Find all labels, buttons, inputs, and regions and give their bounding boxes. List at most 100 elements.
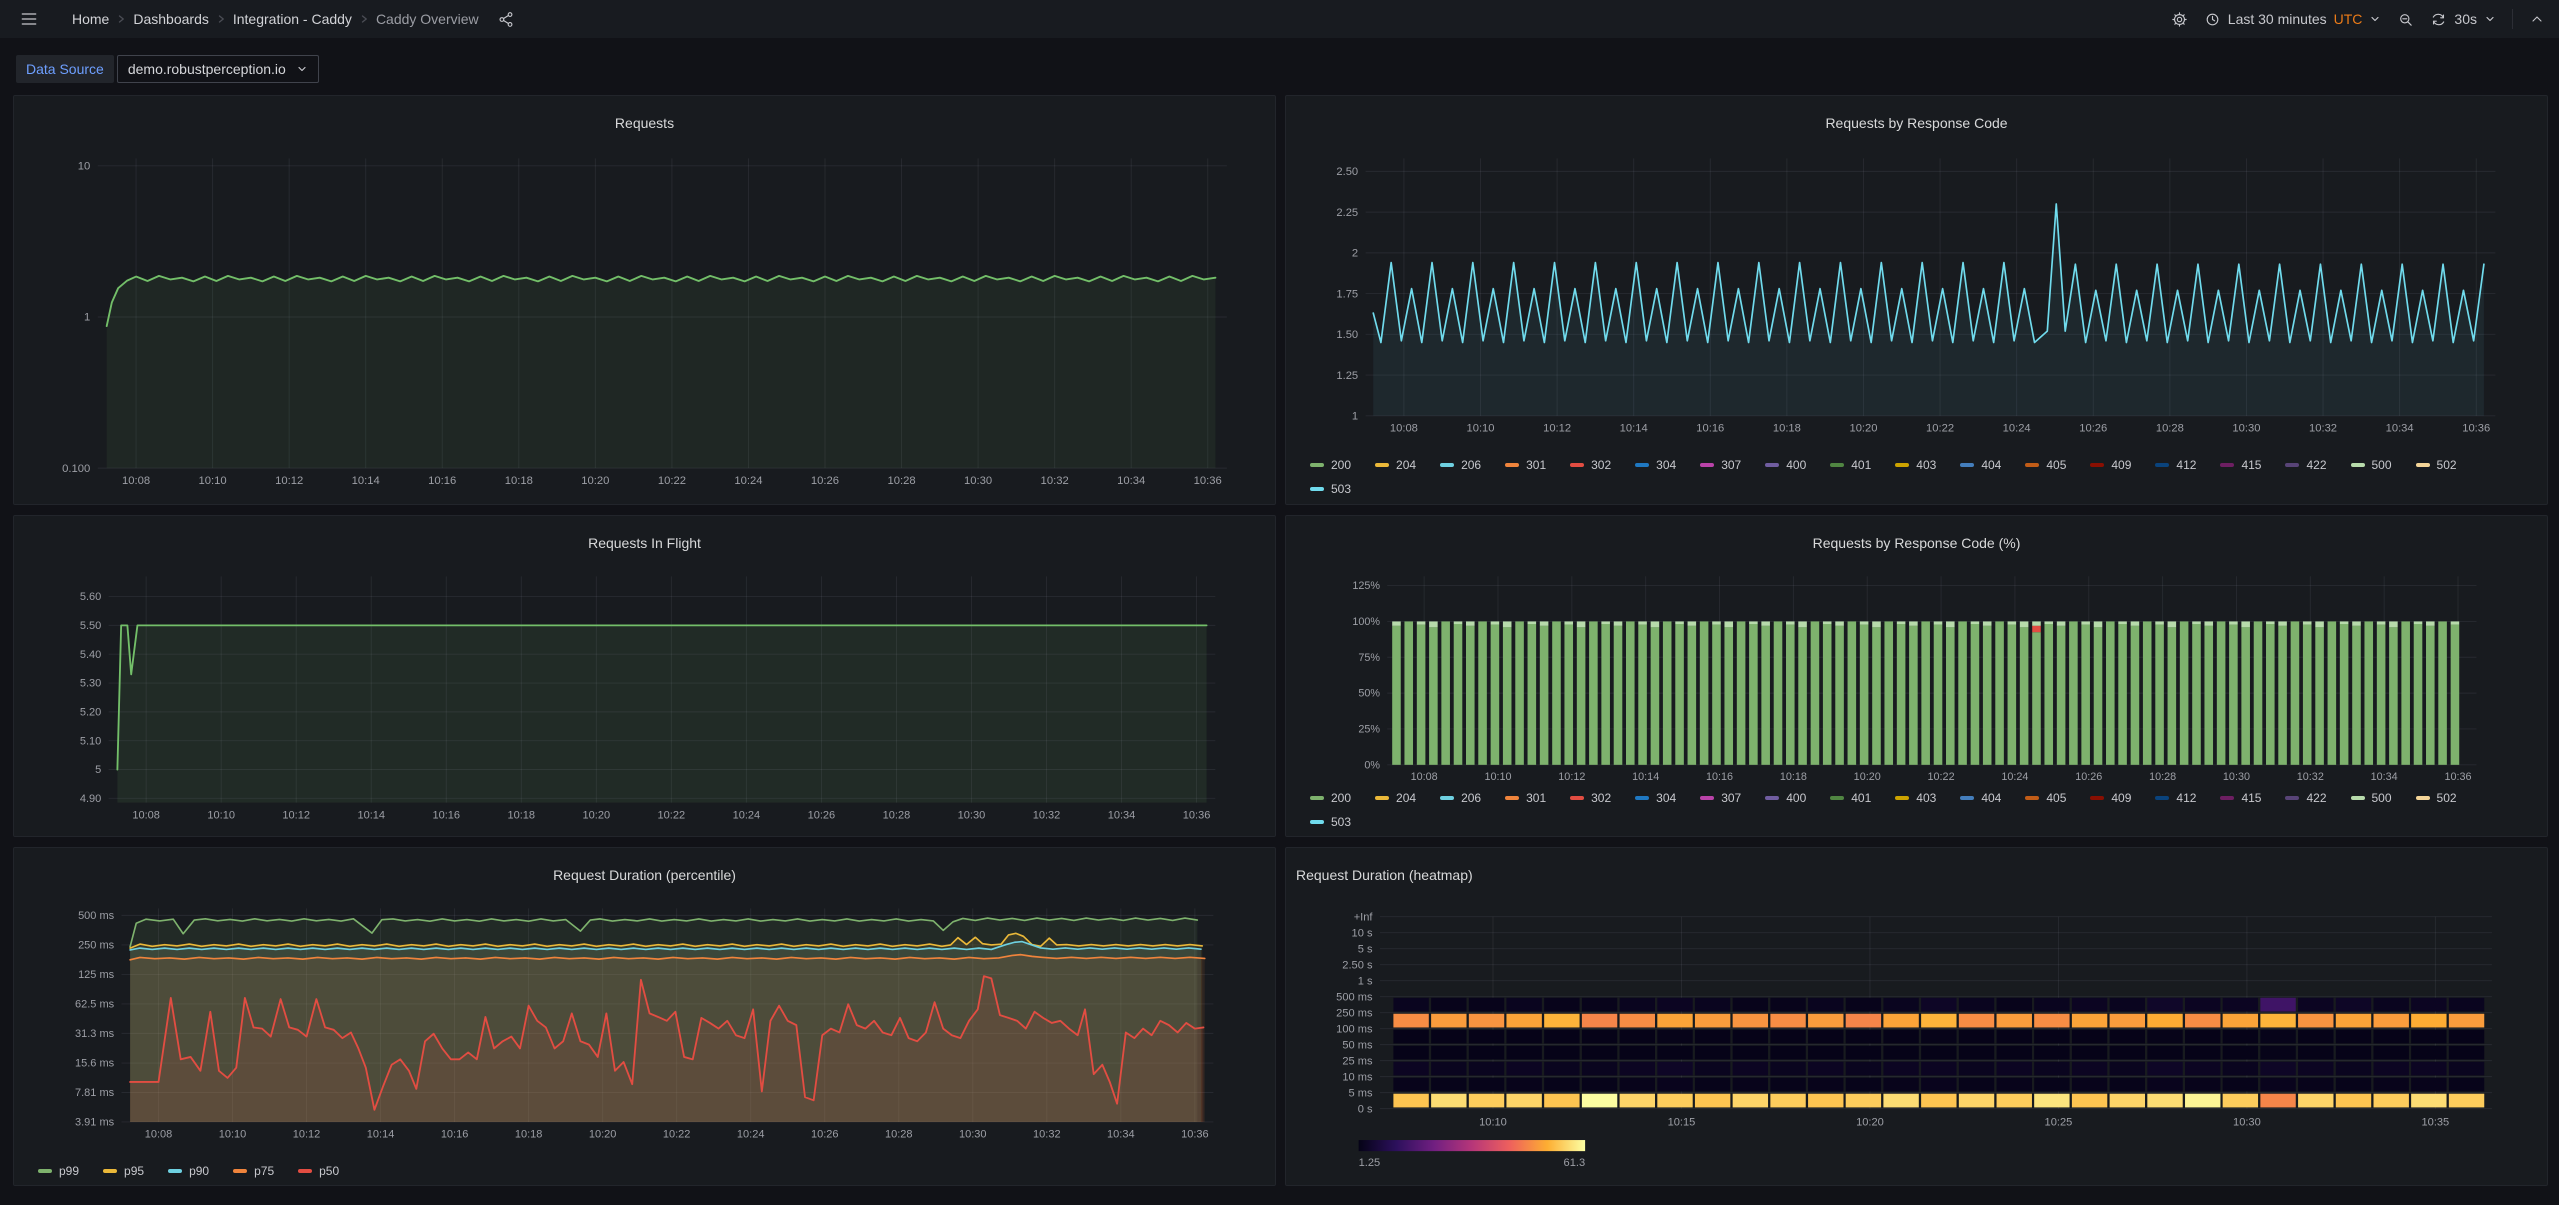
- legend-item-304[interactable]: 304: [1635, 786, 1676, 810]
- time-range-picker[interactable]: Last 30 minutes UTC: [2204, 11, 2382, 28]
- svg-text:500 ms: 500 ms: [1336, 992, 1373, 1004]
- legend-item-p75[interactable]: p75: [233, 1159, 274, 1183]
- legend-item-302[interactable]: 302: [1570, 453, 1611, 477]
- svg-text:50 ms: 50 ms: [1342, 1040, 1373, 1052]
- legend-item-206[interactable]: 206: [1440, 786, 1481, 810]
- svg-text:0.100: 0.100: [62, 463, 90, 475]
- legend-item-p90[interactable]: p90: [168, 1159, 209, 1183]
- legend-swatch: [38, 1169, 52, 1173]
- legend-item-307[interactable]: 307: [1700, 453, 1741, 477]
- zoom-out-button[interactable]: [2397, 11, 2414, 28]
- legend-item-502[interactable]: 502: [2416, 453, 2457, 477]
- legend-swatch: [2090, 463, 2104, 467]
- svg-text:10:24: 10:24: [734, 475, 762, 487]
- legend-item-404[interactable]: 404: [1960, 786, 2001, 810]
- legend-item-206[interactable]: 206: [1440, 453, 1481, 477]
- legend-item-412[interactable]: 412: [2155, 453, 2196, 477]
- request-duration-heatmap-chart[interactable]: +Inf10 s5 s2.50 s1 s500 ms250 ms100 ms50…: [1286, 901, 2547, 1185]
- legend-item-p99[interactable]: p99: [38, 1159, 79, 1183]
- legend-item-422[interactable]: 422: [2285, 453, 2326, 477]
- panel-title[interactable]: Requests by Response Code: [1286, 108, 2547, 138]
- legend-item-404[interactable]: 404: [1960, 453, 2001, 477]
- svg-text:1.50: 1.50: [1336, 329, 1358, 341]
- breadcrumb-item-home[interactable]: Home: [72, 11, 109, 27]
- legend-item-302[interactable]: 302: [1570, 786, 1611, 810]
- legend-label: 405: [2046, 458, 2066, 472]
- requests-by-response-code-chart[interactable]: 2.502.2521.751.501.25110:0810:1010:1210:…: [1286, 149, 2547, 451]
- svg-text:5.50: 5.50: [80, 620, 101, 632]
- panel-title[interactable]: Requests In Flight: [14, 528, 1275, 558]
- legend-item-401[interactable]: 401: [1830, 786, 1871, 810]
- legend-item-500[interactable]: 500: [2351, 453, 2392, 477]
- legend-item-307[interactable]: 307: [1700, 786, 1741, 810]
- panel-title[interactable]: Requests by Response Code (%): [1286, 528, 2547, 558]
- breadcrumb-item-dashboards[interactable]: Dashboards: [133, 11, 209, 27]
- legend-swatch: [1440, 796, 1454, 800]
- legend-item-405[interactable]: 405: [2025, 786, 2066, 810]
- panel-title[interactable]: Requests: [14, 108, 1275, 138]
- legend-item-400[interactable]: 400: [1765, 786, 1806, 810]
- legend-item-204[interactable]: 204: [1375, 786, 1416, 810]
- legend-item-502[interactable]: 502: [2416, 786, 2457, 810]
- legend-item-301[interactable]: 301: [1505, 786, 1546, 810]
- svg-text:10:30: 10:30: [2232, 423, 2260, 435]
- chevron-down-icon: [2484, 13, 2496, 25]
- svg-text:5 s: 5 s: [1358, 944, 1373, 956]
- legend-item-500[interactable]: 500: [2351, 786, 2392, 810]
- kiosk-mode-button[interactable]: [2529, 11, 2545, 27]
- legend-item-403[interactable]: 403: [1895, 453, 1936, 477]
- legend-item-409[interactable]: 409: [2090, 786, 2131, 810]
- svg-text:10:30: 10:30: [2233, 1116, 2261, 1128]
- svg-text:1.25: 1.25: [1359, 1157, 1381, 1169]
- percentile-legend: p99 p95 p90 p75 p50: [14, 1157, 1275, 1185]
- svg-text:10:24: 10:24: [737, 1129, 765, 1141]
- divider: [2512, 9, 2513, 29]
- svg-text:10:20: 10:20: [1854, 771, 1881, 783]
- legend-item-415[interactable]: 415: [2220, 453, 2261, 477]
- svg-text:1 s: 1 s: [1358, 976, 1373, 988]
- legend-label: p90: [189, 1164, 209, 1178]
- panel-title[interactable]: Request Duration (heatmap): [1286, 860, 2547, 890]
- legend-item-412[interactable]: 412: [2155, 786, 2196, 810]
- legend-item-403[interactable]: 403: [1895, 786, 1936, 810]
- legend-item-415[interactable]: 415: [2220, 786, 2261, 810]
- legend-item-200[interactable]: 200: [1310, 786, 1351, 810]
- svg-text:10:32: 10:32: [1033, 810, 1061, 822]
- legend-label: 200: [1331, 458, 1351, 472]
- legend-item-503[interactable]: 503: [1310, 810, 1351, 834]
- gear-icon: [2171, 11, 2188, 28]
- legend-item-405[interactable]: 405: [2025, 453, 2066, 477]
- legend-item-400[interactable]: 400: [1765, 453, 1806, 477]
- legend-item-p95[interactable]: p95: [103, 1159, 144, 1183]
- requests-by-response-code-pct-chart[interactable]: 0%25%50%75%100%125%10:0810:1010:1210:141…: [1286, 569, 2547, 784]
- panel-title[interactable]: Request Duration (percentile): [14, 860, 1275, 890]
- legend-swatch: [2285, 796, 2299, 800]
- svg-text:100%: 100%: [1352, 616, 1380, 628]
- requests-chart[interactable]: 1010.10010:0810:1010:1210:1410:1610:1810…: [14, 149, 1275, 504]
- svg-text:2: 2: [1352, 248, 1358, 260]
- legend-item-200[interactable]: 200: [1310, 453, 1351, 477]
- requests-in-flight-chart[interactable]: 5.605.505.405.305.205.1054.9010:0810:101…: [14, 569, 1275, 836]
- legend-item-204[interactable]: 204: [1375, 453, 1416, 477]
- panel-request-duration-heatmap: Request Duration (heatmap) +Inf10 s5 s2.…: [1285, 847, 2548, 1186]
- legend-item-p50[interactable]: p50: [298, 1159, 339, 1183]
- share-dashboard-button[interactable]: [493, 5, 521, 33]
- legend-item-422[interactable]: 422: [2285, 786, 2326, 810]
- dashboard-settings-button[interactable]: [2171, 11, 2188, 28]
- legend-item-301[interactable]: 301: [1505, 453, 1546, 477]
- menu-toggle-button[interactable]: [14, 4, 44, 34]
- timezone-label: UTC: [2334, 11, 2363, 27]
- request-duration-percentile-chart[interactable]: 500 ms250 ms125 ms62.5 ms31.3 ms15.6 ms7…: [14, 901, 1275, 1157]
- legend-item-304[interactable]: 304: [1635, 453, 1676, 477]
- legend-item-401[interactable]: 401: [1830, 453, 1871, 477]
- datasource-select[interactable]: demo.robustperception.io: [117, 55, 319, 83]
- legend-item-409[interactable]: 409: [2090, 453, 2131, 477]
- svg-text:10:30: 10:30: [2223, 771, 2250, 783]
- refresh-picker[interactable]: 30s: [2430, 11, 2496, 28]
- svg-text:10:34: 10:34: [2386, 423, 2414, 435]
- legend-swatch: [2416, 463, 2430, 467]
- breadcrumb-item-integration-caddy[interactable]: Integration - Caddy: [233, 11, 352, 27]
- legend-item-503[interactable]: 503: [1310, 477, 1351, 501]
- legend-swatch: [103, 1169, 117, 1173]
- svg-text:5.20: 5.20: [80, 707, 101, 719]
